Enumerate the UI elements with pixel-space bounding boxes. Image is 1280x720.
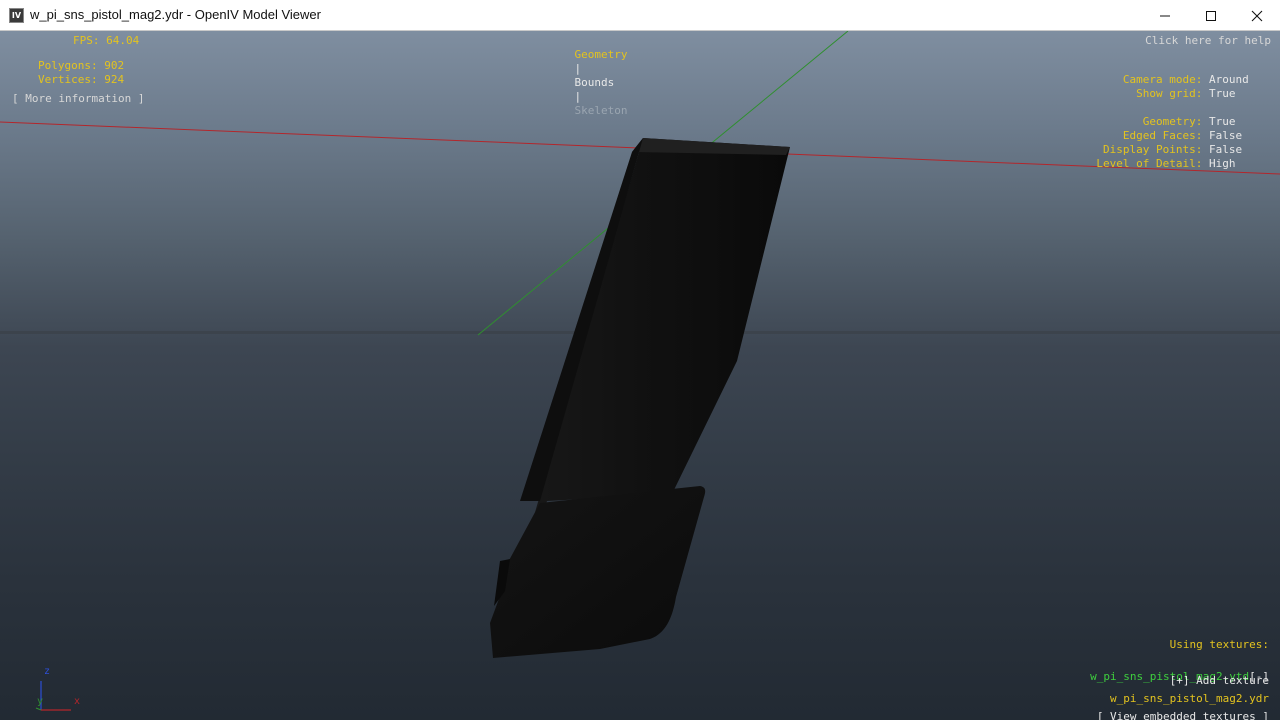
view-mode-tabs: Geometry | Bounds | Skeleton bbox=[548, 34, 628, 132]
minimize-button[interactable] bbox=[1142, 0, 1188, 31]
tab-bounds[interactable]: Bounds bbox=[575, 76, 615, 89]
tab-separator: | bbox=[574, 90, 582, 103]
more-information-link[interactable]: [ More information ] bbox=[12, 92, 144, 106]
gizmo-x-label: x bbox=[74, 696, 81, 707]
close-icon bbox=[1251, 10, 1263, 21]
magazine-model bbox=[490, 138, 790, 658]
help-link[interactable]: Click here for help bbox=[1145, 34, 1271, 48]
vertices-count: Vertices: 924 bbox=[38, 73, 125, 86]
add-texture-button[interactable]: [+] Add texture bbox=[1170, 674, 1269, 688]
view-embedded-textures-link[interactable]: [ View embedded textures ] bbox=[1097, 710, 1269, 720]
setting-label: Show grid: bbox=[1136, 87, 1203, 100]
magazine-top-face bbox=[632, 138, 790, 155]
tab-geometry[interactable]: Geometry bbox=[575, 48, 628, 61]
tab-skeleton[interactable]: Skeleton bbox=[575, 104, 628, 117]
window-title: w_pi_sns_pistol_mag2.ydr - OpenIV Model … bbox=[30, 7, 321, 22]
openiv-app-icon[interactable]: IV bbox=[9, 8, 24, 23]
maximize-button[interactable] bbox=[1188, 0, 1234, 31]
setting-value: True bbox=[1209, 87, 1236, 100]
gizmo-z-label: z bbox=[44, 666, 51, 677]
maximize-icon bbox=[1206, 10, 1216, 21]
gizmo-y-label: y bbox=[37, 696, 44, 707]
setting-value: High bbox=[1209, 157, 1236, 170]
setting-label: Level of Detail: bbox=[1096, 157, 1203, 170]
texture-ydr-link[interactable]: w_pi_sns_pistol_mag2.ydr bbox=[1110, 692, 1269, 706]
tab-separator: | bbox=[574, 62, 582, 75]
model-viewport[interactable]: FPS: 64.04 Polygons: 902 Vertices: 924 [… bbox=[0, 31, 1280, 720]
minimize-icon bbox=[1160, 15, 1170, 16]
textures-heading: Using textures: bbox=[1169, 638, 1269, 651]
close-button[interactable] bbox=[1234, 0, 1280, 31]
magazine-baseplate bbox=[490, 486, 706, 658]
polygons-count: Polygons: 902 bbox=[38, 59, 125, 72]
fps-counter: FPS: 64.04 bbox=[73, 34, 140, 47]
window-title-bar[interactable]: IV w_pi_sns_pistol_mag2.ydr - OpenIV Mod… bbox=[0, 0, 1280, 31]
setting-level-of-detail[interactable]: Level of Detail: High bbox=[1070, 143, 1255, 185]
